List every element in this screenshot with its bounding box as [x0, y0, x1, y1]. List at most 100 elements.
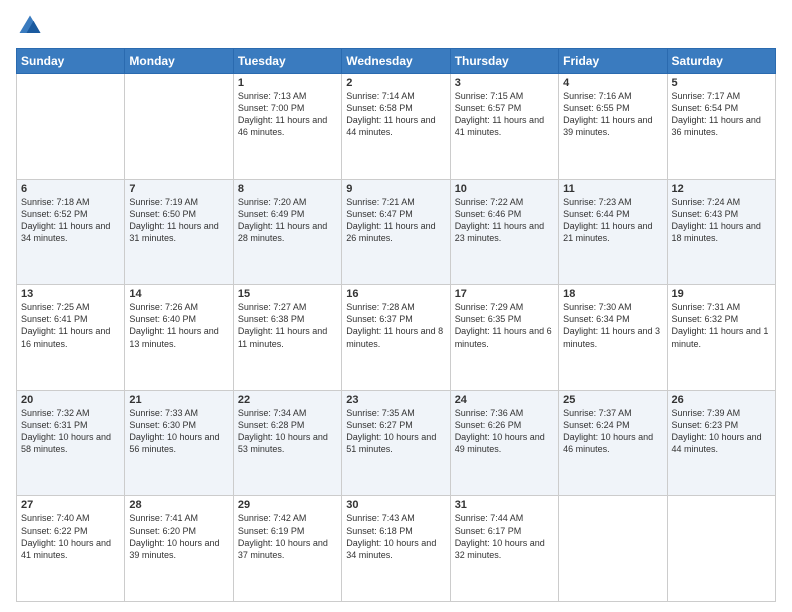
day-number: 25 [563, 394, 662, 406]
day-info: Sunrise: 7:40 AM Sunset: 6:22 PM Dayligh… [21, 512, 120, 561]
calendar-cell: 23Sunrise: 7:35 AM Sunset: 6:27 PM Dayli… [342, 390, 450, 496]
day-number: 23 [346, 394, 445, 406]
calendar-cell: 14Sunrise: 7:26 AM Sunset: 6:40 PM Dayli… [125, 285, 233, 391]
day-info: Sunrise: 7:22 AM Sunset: 6:46 PM Dayligh… [455, 196, 554, 245]
calendar-cell: 16Sunrise: 7:28 AM Sunset: 6:37 PM Dayli… [342, 285, 450, 391]
day-header-monday: Monday [125, 49, 233, 74]
day-number: 15 [238, 288, 337, 300]
day-info: Sunrise: 7:26 AM Sunset: 6:40 PM Dayligh… [129, 301, 228, 350]
calendar-cell [125, 74, 233, 180]
day-info: Sunrise: 7:36 AM Sunset: 6:26 PM Dayligh… [455, 407, 554, 456]
day-info: Sunrise: 7:14 AM Sunset: 6:58 PM Dayligh… [346, 90, 445, 139]
day-number: 24 [455, 394, 554, 406]
day-number: 3 [455, 77, 554, 89]
calendar-cell: 18Sunrise: 7:30 AM Sunset: 6:34 PM Dayli… [559, 285, 667, 391]
calendar-page: SundayMondayTuesdayWednesdayThursdayFrid… [0, 0, 792, 612]
day-info: Sunrise: 7:17 AM Sunset: 6:54 PM Dayligh… [672, 90, 771, 139]
calendar-cell [17, 74, 125, 180]
calendar-cell [559, 496, 667, 602]
calendar-cell: 13Sunrise: 7:25 AM Sunset: 6:41 PM Dayli… [17, 285, 125, 391]
day-info: Sunrise: 7:20 AM Sunset: 6:49 PM Dayligh… [238, 196, 337, 245]
day-number: 14 [129, 288, 228, 300]
day-number: 1 [238, 77, 337, 89]
day-header-sunday: Sunday [17, 49, 125, 74]
header [16, 12, 776, 40]
day-number: 8 [238, 183, 337, 195]
day-header-saturday: Saturday [667, 49, 775, 74]
calendar-week-row: 20Sunrise: 7:32 AM Sunset: 6:31 PM Dayli… [17, 390, 776, 496]
calendar-week-row: 27Sunrise: 7:40 AM Sunset: 6:22 PM Dayli… [17, 496, 776, 602]
day-info: Sunrise: 7:43 AM Sunset: 6:18 PM Dayligh… [346, 512, 445, 561]
day-info: Sunrise: 7:35 AM Sunset: 6:27 PM Dayligh… [346, 407, 445, 456]
day-number: 20 [21, 394, 120, 406]
day-info: Sunrise: 7:44 AM Sunset: 6:17 PM Dayligh… [455, 512, 554, 561]
calendar-cell: 9Sunrise: 7:21 AM Sunset: 6:47 PM Daylig… [342, 179, 450, 285]
day-number: 22 [238, 394, 337, 406]
calendar-cell: 3Sunrise: 7:15 AM Sunset: 6:57 PM Daylig… [450, 74, 558, 180]
calendar-cell: 10Sunrise: 7:22 AM Sunset: 6:46 PM Dayli… [450, 179, 558, 285]
day-number: 5 [672, 77, 771, 89]
day-number: 26 [672, 394, 771, 406]
day-number: 10 [455, 183, 554, 195]
calendar-cell: 24Sunrise: 7:36 AM Sunset: 6:26 PM Dayli… [450, 390, 558, 496]
day-number: 7 [129, 183, 228, 195]
day-number: 2 [346, 77, 445, 89]
day-info: Sunrise: 7:30 AM Sunset: 6:34 PM Dayligh… [563, 301, 662, 350]
day-number: 21 [129, 394, 228, 406]
calendar-week-row: 1Sunrise: 7:13 AM Sunset: 7:00 PM Daylig… [17, 74, 776, 180]
day-info: Sunrise: 7:27 AM Sunset: 6:38 PM Dayligh… [238, 301, 337, 350]
day-info: Sunrise: 7:41 AM Sunset: 6:20 PM Dayligh… [129, 512, 228, 561]
calendar-cell: 31Sunrise: 7:44 AM Sunset: 6:17 PM Dayli… [450, 496, 558, 602]
day-info: Sunrise: 7:32 AM Sunset: 6:31 PM Dayligh… [21, 407, 120, 456]
calendar-cell: 30Sunrise: 7:43 AM Sunset: 6:18 PM Dayli… [342, 496, 450, 602]
day-header-tuesday: Tuesday [233, 49, 341, 74]
day-header-friday: Friday [559, 49, 667, 74]
calendar-cell: 27Sunrise: 7:40 AM Sunset: 6:22 PM Dayli… [17, 496, 125, 602]
calendar-cell: 21Sunrise: 7:33 AM Sunset: 6:30 PM Dayli… [125, 390, 233, 496]
day-number: 28 [129, 499, 228, 511]
calendar-cell: 5Sunrise: 7:17 AM Sunset: 6:54 PM Daylig… [667, 74, 775, 180]
calendar-cell: 4Sunrise: 7:16 AM Sunset: 6:55 PM Daylig… [559, 74, 667, 180]
day-info: Sunrise: 7:21 AM Sunset: 6:47 PM Dayligh… [346, 196, 445, 245]
calendar-cell: 28Sunrise: 7:41 AM Sunset: 6:20 PM Dayli… [125, 496, 233, 602]
calendar-cell: 12Sunrise: 7:24 AM Sunset: 6:43 PM Dayli… [667, 179, 775, 285]
calendar-table: SundayMondayTuesdayWednesdayThursdayFrid… [16, 48, 776, 602]
calendar-cell: 15Sunrise: 7:27 AM Sunset: 6:38 PM Dayli… [233, 285, 341, 391]
logo-icon [16, 12, 44, 40]
day-number: 12 [672, 183, 771, 195]
day-info: Sunrise: 7:16 AM Sunset: 6:55 PM Dayligh… [563, 90, 662, 139]
day-number: 6 [21, 183, 120, 195]
calendar-cell: 17Sunrise: 7:29 AM Sunset: 6:35 PM Dayli… [450, 285, 558, 391]
calendar-cell: 19Sunrise: 7:31 AM Sunset: 6:32 PM Dayli… [667, 285, 775, 391]
day-info: Sunrise: 7:19 AM Sunset: 6:50 PM Dayligh… [129, 196, 228, 245]
day-info: Sunrise: 7:37 AM Sunset: 6:24 PM Dayligh… [563, 407, 662, 456]
day-number: 31 [455, 499, 554, 511]
calendar-cell [667, 496, 775, 602]
day-number: 11 [563, 183, 662, 195]
day-info: Sunrise: 7:34 AM Sunset: 6:28 PM Dayligh… [238, 407, 337, 456]
day-number: 30 [346, 499, 445, 511]
day-info: Sunrise: 7:25 AM Sunset: 6:41 PM Dayligh… [21, 301, 120, 350]
day-info: Sunrise: 7:42 AM Sunset: 6:19 PM Dayligh… [238, 512, 337, 561]
calendar-cell: 1Sunrise: 7:13 AM Sunset: 7:00 PM Daylig… [233, 74, 341, 180]
calendar-header-row: SundayMondayTuesdayWednesdayThursdayFrid… [17, 49, 776, 74]
calendar-cell: 29Sunrise: 7:42 AM Sunset: 6:19 PM Dayli… [233, 496, 341, 602]
day-number: 19 [672, 288, 771, 300]
day-info: Sunrise: 7:23 AM Sunset: 6:44 PM Dayligh… [563, 196, 662, 245]
day-number: 16 [346, 288, 445, 300]
calendar-week-row: 6Sunrise: 7:18 AM Sunset: 6:52 PM Daylig… [17, 179, 776, 285]
day-info: Sunrise: 7:13 AM Sunset: 7:00 PM Dayligh… [238, 90, 337, 139]
day-info: Sunrise: 7:28 AM Sunset: 6:37 PM Dayligh… [346, 301, 445, 350]
calendar-cell: 8Sunrise: 7:20 AM Sunset: 6:49 PM Daylig… [233, 179, 341, 285]
day-number: 4 [563, 77, 662, 89]
day-header-thursday: Thursday [450, 49, 558, 74]
calendar-cell: 6Sunrise: 7:18 AM Sunset: 6:52 PM Daylig… [17, 179, 125, 285]
calendar-cell: 22Sunrise: 7:34 AM Sunset: 6:28 PM Dayli… [233, 390, 341, 496]
day-number: 17 [455, 288, 554, 300]
day-info: Sunrise: 7:29 AM Sunset: 6:35 PM Dayligh… [455, 301, 554, 350]
calendar-week-row: 13Sunrise: 7:25 AM Sunset: 6:41 PM Dayli… [17, 285, 776, 391]
calendar-cell: 2Sunrise: 7:14 AM Sunset: 6:58 PM Daylig… [342, 74, 450, 180]
calendar-cell: 25Sunrise: 7:37 AM Sunset: 6:24 PM Dayli… [559, 390, 667, 496]
day-header-wednesday: Wednesday [342, 49, 450, 74]
day-number: 29 [238, 499, 337, 511]
